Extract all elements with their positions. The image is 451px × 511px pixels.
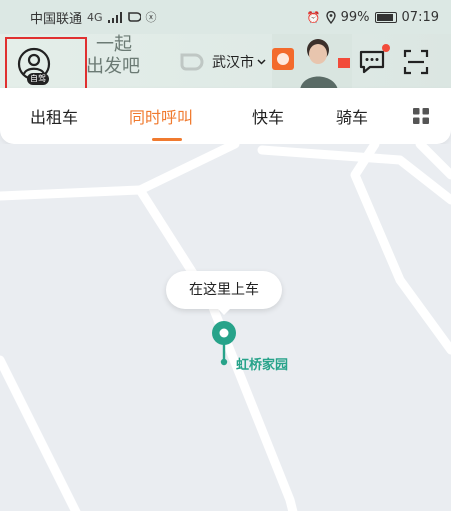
top-header: 自驾 一起 出发吧 武汉市 — [0, 34, 451, 98]
pickup-pin-icon[interactable] — [209, 320, 239, 368]
location-icon — [325, 10, 336, 24]
tab-express[interactable]: 快车 — [252, 104, 284, 128]
tab-simultaneous-call[interactable]: 同时呼叫 — [129, 104, 193, 128]
didi-logo-icon — [180, 53, 204, 71]
active-tab-indicator — [152, 138, 182, 141]
slogan-line2: 出发吧 — [86, 56, 140, 77]
city-name: 武汉市 — [212, 55, 254, 71]
alarm-icon: ⏰ — [306, 10, 321, 24]
network-indicator: 4G — [87, 10, 103, 24]
promo-banner-image[interactable] — [272, 34, 352, 90]
battery-icon — [374, 11, 397, 23]
carrier-name: 中国联通 — [30, 11, 83, 27]
self-drive-badge: 自驾 — [27, 73, 49, 85]
chevron-down-icon — [257, 59, 266, 65]
message-icon[interactable] — [358, 48, 386, 76]
slogan: 一起 出发吧 — [86, 34, 146, 88]
city-selector[interactable]: 武汉市 — [212, 52, 266, 72]
battery-percent: 99% — [340, 9, 370, 25]
clock: 07:19 — [401, 9, 439, 25]
notification-glyph-icon: ⓧ — [145, 11, 157, 24]
tab-bike[interactable]: 骑车 — [336, 104, 368, 128]
didi-notification-icon — [127, 12, 141, 22]
pickup-tooltip[interactable]: 在这里上车 — [166, 271, 282, 315]
service-tabs: 出租车 同时呼叫 快车 骑车 — [0, 88, 451, 144]
tab-taxi[interactable]: 出租车 — [30, 104, 78, 128]
more-services-icon[interactable] — [413, 108, 429, 124]
scan-icon[interactable] — [403, 49, 429, 75]
poi-label: 虹桥家园 — [236, 358, 289, 373]
signal-icon — [107, 11, 122, 23]
slogan-line1: 一起 — [96, 34, 132, 55]
unread-dot — [382, 44, 390, 52]
status-bar: 中国联通 4G ⓧ ⏰ 99% 07:19 — [0, 0, 451, 34]
